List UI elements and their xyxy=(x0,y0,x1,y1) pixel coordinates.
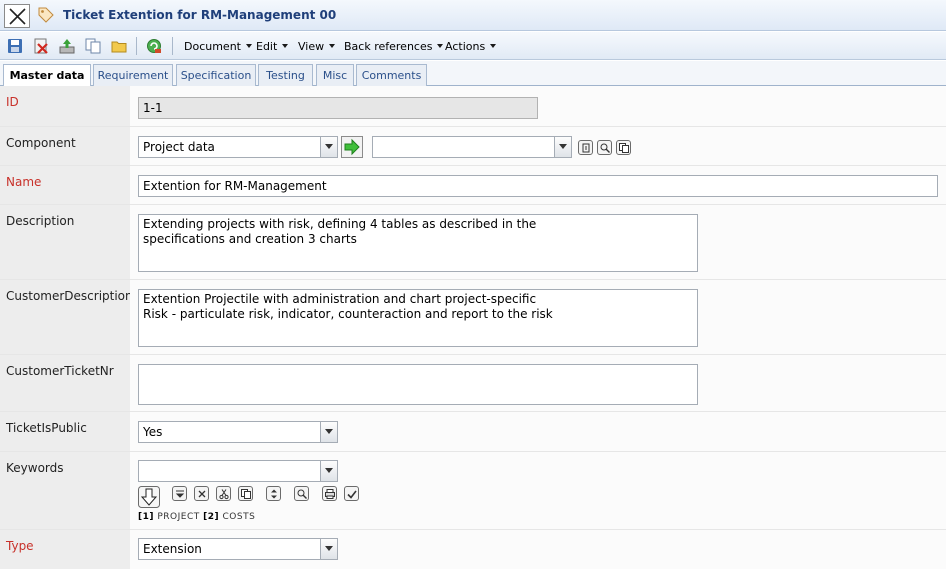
tab-requirement[interactable]: Requirement xyxy=(93,64,173,86)
chevron-down-icon xyxy=(282,44,289,48)
row-description: Description Extending projects with risk… xyxy=(0,205,946,280)
keywords-legend: [1] PROJECT [2] COSTS xyxy=(138,512,256,522)
chevron-down-icon[interactable] xyxy=(320,539,337,559)
component-reset-button[interactable] xyxy=(578,140,593,155)
keyword-copy-button[interactable] xyxy=(238,486,253,501)
master-data-form: ID 1-1 Component Project data Name Exten… xyxy=(0,86,946,569)
row-type: Type Extension xyxy=(0,530,946,569)
name-input[interactable]: Extention for RM-Management xyxy=(138,175,938,197)
toolbar: Document Edit View Back references Actio… xyxy=(0,32,946,60)
keyword-cut-button[interactable] xyxy=(216,486,231,501)
chevron-down-icon[interactable] xyxy=(320,422,337,442)
keyword-sort-button[interactable] xyxy=(266,486,281,501)
keyword-tag-project: PROJECT xyxy=(157,512,200,522)
keyword-print-button[interactable] xyxy=(322,486,337,501)
customer-description-textarea[interactable]: Extention Projectile with administration… xyxy=(138,289,698,347)
row-customer-ticket-nr: CustomerTicketNr xyxy=(0,355,946,412)
row-ticket-is-public: TicketIsPublic Yes xyxy=(0,412,946,452)
type-label: Type xyxy=(0,530,130,569)
ticket-tag-icon xyxy=(38,7,54,23)
refresh-icon[interactable] xyxy=(146,38,162,54)
chevron-down-icon[interactable] xyxy=(320,137,337,157)
save-icon[interactable] xyxy=(7,38,23,54)
name-label: Name xyxy=(0,166,130,204)
keyword-tag-costs: COSTS xyxy=(222,512,256,522)
menu-edit[interactable]: Edit xyxy=(256,40,289,53)
close-button[interactable] xyxy=(4,4,30,28)
export-icon[interactable] xyxy=(59,38,75,54)
tab-testing[interactable]: Testing xyxy=(258,64,313,86)
component-copy-button[interactable] xyxy=(616,140,631,155)
menu-back-references[interactable]: Back references xyxy=(344,40,444,53)
chevron-down-icon xyxy=(329,44,336,48)
window-title: Ticket Extention for RM-Management 00 xyxy=(63,8,337,22)
search-icon xyxy=(600,143,610,153)
chevron-down-icon[interactable] xyxy=(554,137,571,157)
row-component: Component Project data xyxy=(0,127,946,166)
go-arrow-icon[interactable] xyxy=(341,136,363,158)
chevron-down-icon xyxy=(246,44,252,48)
ticket-is-public-select[interactable]: Yes xyxy=(138,421,338,443)
chevron-down-icon xyxy=(490,44,497,48)
type-select[interactable]: Extension xyxy=(138,538,338,560)
search-icon xyxy=(297,489,307,499)
customer-ticket-nr-textarea[interactable] xyxy=(138,364,698,405)
scissors-icon xyxy=(219,489,229,500)
tab-comments[interactable]: Comments xyxy=(356,64,427,86)
close-icon xyxy=(9,8,26,25)
row-name: Name Extention for RM-Management xyxy=(0,166,946,205)
delete-icon[interactable] xyxy=(33,38,49,54)
component-label: Component xyxy=(0,127,130,165)
chevron-down-icon xyxy=(437,44,444,48)
close-icon xyxy=(198,490,206,498)
menu-document[interactable]: Document xyxy=(184,40,252,53)
menu-view[interactable]: View xyxy=(298,40,336,53)
folder-icon[interactable] xyxy=(111,38,127,54)
tab-misc[interactable]: Misc xyxy=(316,64,354,86)
tab-specification[interactable]: Specification xyxy=(176,64,256,86)
component-search-button[interactable] xyxy=(597,140,612,155)
reset-icon xyxy=(582,143,590,153)
tab-master-data[interactable]: Master data xyxy=(3,64,91,87)
copy-icon xyxy=(241,489,251,499)
chevron-down-icon[interactable] xyxy=(320,461,337,481)
id-field: 1-1 xyxy=(138,97,538,119)
printer-icon xyxy=(325,489,335,499)
row-id: ID 1-1 xyxy=(0,86,946,127)
keyword-search-button[interactable] xyxy=(294,486,309,501)
arrow-down-icon xyxy=(175,490,185,498)
keyword-remove-button[interactable] xyxy=(194,486,209,501)
component-sub-select[interactable] xyxy=(372,136,572,158)
description-textarea[interactable]: Extending projects with risk, defining 4… xyxy=(138,214,698,272)
menu-actions[interactable]: Actions xyxy=(445,40,497,53)
copy-icon xyxy=(619,143,629,153)
customer-ticket-nr-label: CustomerTicketNr xyxy=(0,355,130,411)
row-keywords: Keywords [1] PROJECT [2] COSTS xyxy=(0,452,946,530)
keyword-confirm-button[interactable] xyxy=(344,486,359,501)
keywords-label: Keywords xyxy=(0,452,130,529)
row-customer-description: CustomerDescription Extention Projectile… xyxy=(0,280,946,355)
ticket-is-public-label: TicketIsPublic xyxy=(0,412,130,451)
add-keyword-arrow-icon[interactable] xyxy=(138,486,160,508)
title-bar: Ticket Extention for RM-Management 00 xyxy=(0,0,946,31)
check-icon xyxy=(347,490,357,499)
copy-icon[interactable] xyxy=(85,38,101,54)
component-select[interactable]: Project data xyxy=(138,136,338,158)
customer-description-label: CustomerDescription xyxy=(0,280,133,354)
keywords-select[interactable] xyxy=(138,460,338,482)
description-label: Description xyxy=(0,205,130,279)
keyword-down-button[interactable] xyxy=(172,486,187,501)
id-label: ID xyxy=(0,86,130,126)
sort-icon xyxy=(271,489,277,499)
tab-bar: Master data Requirement Specification Te… xyxy=(0,61,946,87)
